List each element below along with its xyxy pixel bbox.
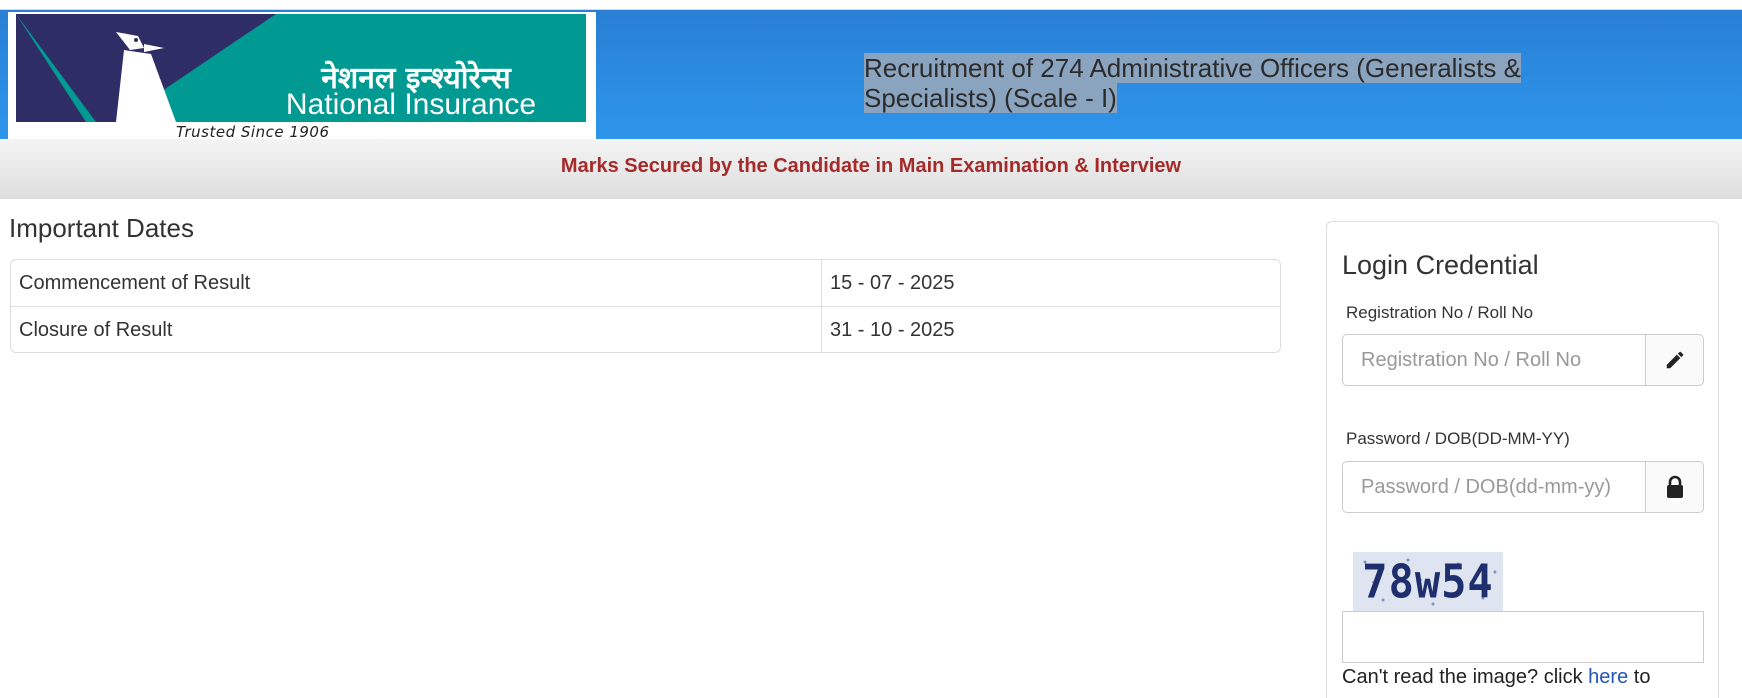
page-title-text: Recruitment of 274 Administrative Office…	[864, 53, 1521, 113]
company-logo[interactable]: नेशनल इन्श्योरेन्स National Insurance Tr…	[8, 12, 596, 141]
logo-background: नेशनल इन्श्योरेन्स National Insurance	[16, 14, 586, 122]
captcha-image: 78w54	[1353, 552, 1503, 612]
registration-input-group	[1342, 334, 1704, 386]
top-strip	[0, 0, 1742, 10]
date-value: 31 - 10 - 2025	[830, 319, 955, 341]
important-dates-title: Important Dates	[9, 213, 194, 243]
registration-label: Registration No / Roll No	[1346, 303, 1534, 322]
date-label: Commencement of Result	[11, 260, 822, 306]
date-value: 15 - 07 - 2025	[830, 272, 955, 294]
password-label: Password / DOB(DD-MM-YY)	[1346, 429, 1570, 448]
captcha-help-prefix: Can't read the image? click	[1342, 666, 1589, 688]
registration-addon	[1646, 334, 1704, 386]
login-title: Login Credential	[1342, 250, 1539, 280]
important-dates-table: Commencement of Result 15 - 07 - 2025 Cl…	[10, 259, 1281, 353]
subheader-text: Marks Secured by the Candidate in Main E…	[560, 155, 1182, 177]
subheader-bar: Marks Secured by the Candidate in Main E…	[0, 139, 1742, 199]
captcha-text: 78w54	[1362, 554, 1494, 609]
registration-input[interactable]	[1342, 334, 1646, 386]
login-panel: Login Credential Registration No / Roll …	[1326, 221, 1719, 698]
site-header: नेशनल इन्श्योरेन्स National Insurance Tr…	[0, 10, 1742, 141]
captcha-input[interactable]	[1342, 611, 1704, 663]
table-row: Commencement of Result 15 - 07 - 2025	[11, 260, 1280, 306]
page-title: Recruitment of 274 Administrative Office…	[864, 53, 1554, 113]
table-row: Closure of Result 31 - 10 - 2025	[11, 306, 1280, 352]
captcha-help: Can't read the image? click here to	[1342, 666, 1650, 689]
logo-english-name: National Insurance	[285, 88, 537, 121]
password-input[interactable]	[1342, 461, 1646, 513]
password-addon	[1646, 461, 1704, 513]
password-input-group	[1342, 461, 1704, 513]
pencil-icon	[1666, 351, 1683, 369]
captcha-help-suffix: to	[1628, 666, 1651, 688]
lock-icon	[1666, 475, 1683, 498]
captcha-refresh-link[interactable]: here	[1588, 666, 1628, 688]
date-label: Closure of Result	[11, 307, 822, 352]
